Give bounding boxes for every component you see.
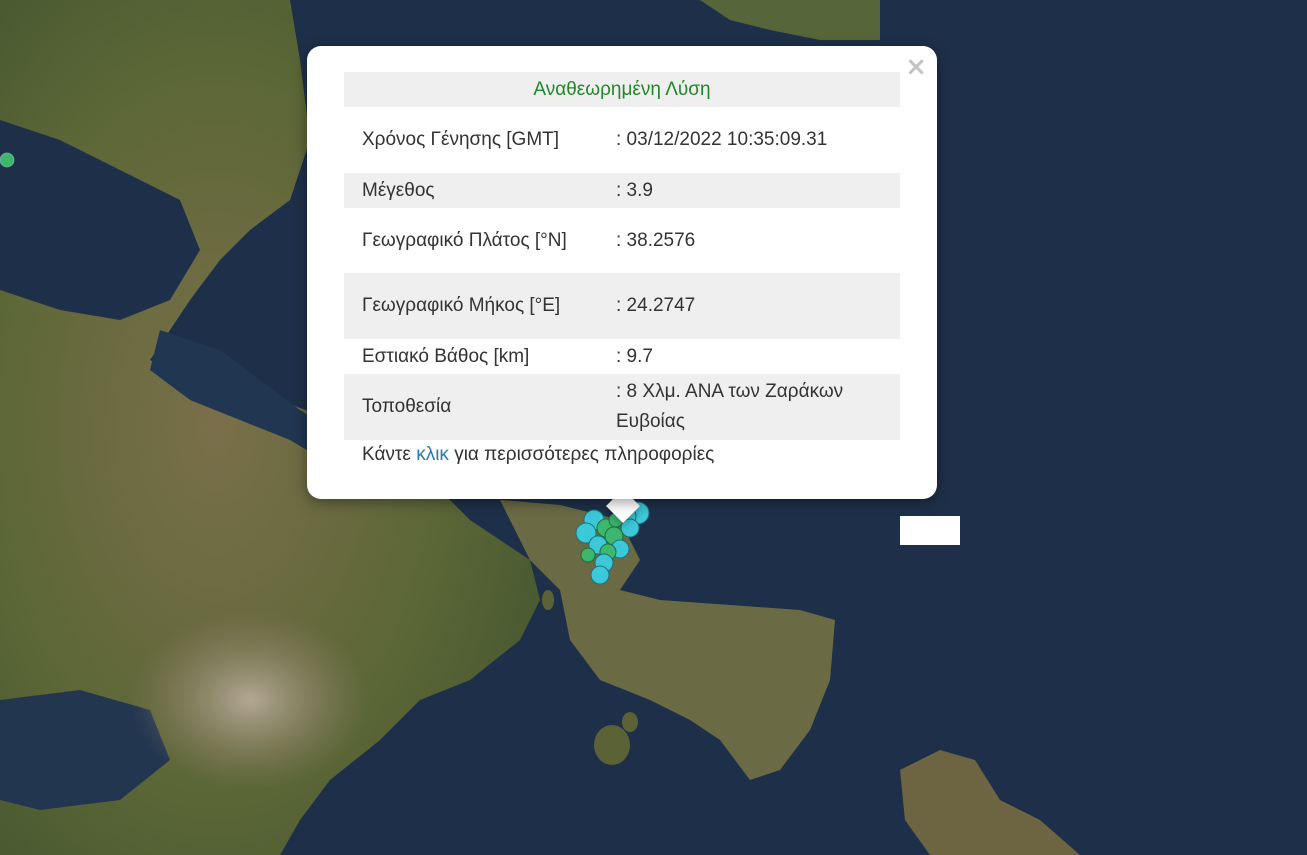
label-depth: Εστιακό Βάθος [km]: [362, 345, 530, 367]
value-latitude: : 38.2576: [616, 229, 696, 251]
label-magnitude: Μέγεθος: [362, 179, 435, 201]
popup-title-row: Αναθεωρημένη Λύση: [344, 72, 900, 107]
more-info-link[interactable]: κλικ: [416, 444, 449, 465]
row-location: Τοποθεσία : 8 Χλμ. ΑΝΑ των Ζαράκων Ευβοί…: [344, 374, 900, 440]
row-magnitude: Μέγεθος : 3.9: [344, 173, 900, 208]
value-origin-time: : 03/12/2022 10:35:09.31: [616, 129, 828, 150]
more-info-line: Κάντε κλικ για περισσότερες πληροφορίες: [362, 444, 714, 466]
label-latitude: Γεωγραφικό Πλάτος [°N]: [362, 229, 567, 251]
popup-title: Αναθεωρημένη Λύση: [344, 72, 900, 107]
land-athens-urban: [130, 610, 370, 790]
row-latitude: Γεωγραφικό Πλάτος [°N] : 38.2576: [344, 208, 900, 273]
label-location: Τοποθεσία: [362, 396, 452, 417]
label-origin-time: Χρόνος Γένησης [GMT]: [362, 129, 560, 150]
marker-green[interactable]: [580, 547, 596, 563]
marker-green-west[interactable]: [0, 152, 15, 168]
value-depth: : 9.7: [616, 345, 653, 367]
more-info-suffix: για περισσότερες πληροφορίες: [448, 444, 715, 465]
earthquake-info-popup: × Αναθεωρημένη Λύση Χρόνος Γένησης [GMT]…: [307, 46, 960, 545]
row-origin-time: Χρόνος Γένησης [GMT] : 03/12/2022 10:35:…: [344, 107, 900, 173]
label-longitude: Γεωγραφικό Μήκος [°E]: [362, 295, 561, 316]
row-depth: Εστιακό Βάθος [km] : 9.7: [344, 339, 900, 374]
row-longitude: Γεωγραφικό Μήκος [°E] : 24.2747: [344, 273, 900, 339]
marker-cyan[interactable]: [590, 565, 610, 585]
earthquake-info-table: Αναθεωρημένη Λύση Χρόνος Γένησης [GMT] :…: [344, 72, 900, 440]
popup-tip-cover: [900, 516, 960, 545]
close-icon[interactable]: ×: [905, 54, 927, 80]
value-location: : 8 Χλμ. ΑΝΑ των Ζαράκων Ευβοίας: [616, 381, 844, 432]
more-info-prefix: Κάντε: [362, 444, 417, 465]
land-islet-2: [622, 712, 638, 732]
land-islet-3: [542, 590, 554, 610]
value-longitude: : 24.2747: [616, 295, 696, 316]
land-islet-1: [594, 725, 630, 765]
value-magnitude: : 3.9: [616, 179, 653, 201]
